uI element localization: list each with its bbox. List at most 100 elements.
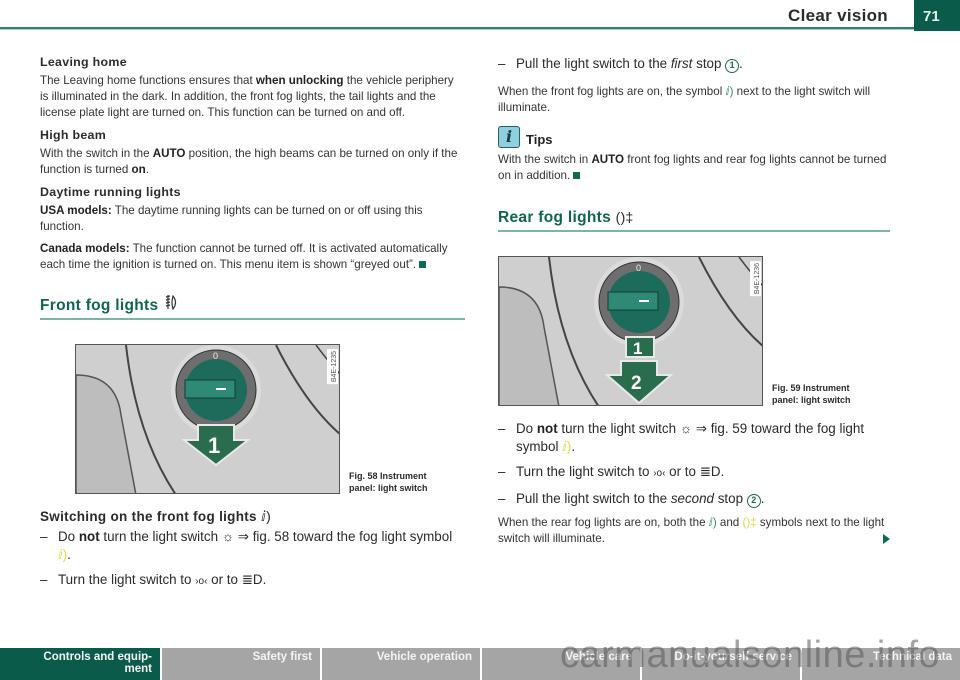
caption-line: panel: light switch (349, 483, 428, 493)
bold-text: not (78, 529, 100, 544)
text: With the switch in (498, 153, 592, 166)
rear-fog-icon: ()‡ (615, 209, 634, 225)
continue-arrow-icon (883, 534, 890, 544)
rear-fog-steps: – Do not turn the light switch ☼ ⇒ fig. 5… (498, 420, 890, 508)
text: stop (714, 491, 747, 506)
high-beam-heading: High beam (40, 128, 107, 142)
text: When the rear fog lights are on, both th… (498, 516, 709, 529)
heading-text: Rear fog lights (498, 209, 612, 226)
caption-line: Fig. 59 Instrument (772, 383, 850, 393)
text: Turn the light switch to (58, 572, 196, 587)
italic-text: second (670, 491, 715, 506)
text: . (67, 547, 71, 562)
text: Pull the light switch to the (516, 491, 671, 506)
front-fog-green-icon: ⅈ) (708, 516, 717, 529)
rear-fog-yellow-icon: ()‡ (742, 516, 757, 529)
text: Do (516, 421, 537, 436)
tab-label: Controls and equip- (43, 651, 152, 663)
switching-on-heading: Switching on the front fog lights ⅈ) (40, 508, 465, 525)
tips-text: With the switch in AUTO front fog lights… (498, 152, 890, 184)
text: turn the light switch (99, 529, 222, 544)
light-switch-sun-icon: ☼ (679, 421, 693, 436)
end-of-section-marker (419, 261, 427, 268)
tab-vehicle-care[interactable]: Vehicle care (480, 648, 640, 680)
left-column: Leaving home The Leaving home functions … (40, 48, 465, 598)
fog-light-symbol-yellow-icon: ⅈ) (58, 547, 68, 562)
section-title: Clear vision (788, 6, 888, 25)
heading-text: Switching on the front fog lights (40, 509, 257, 524)
caption-line: panel: light switch (772, 395, 851, 405)
bold-text: not (536, 421, 558, 436)
page-number: 71 (914, 0, 960, 31)
step-item: – Turn the light switch to ›o‹ or to ≣D. (498, 464, 725, 479)
text: Do (58, 529, 79, 544)
tab-vehicle-operation[interactable]: Vehicle operation (320, 648, 480, 680)
light-switch-illustration: 0 1 (76, 345, 339, 493)
text: With the switch in the (40, 147, 153, 160)
text: When the front fog lights are on, the sy… (498, 85, 726, 98)
bold-text: AUTO (591, 153, 625, 166)
tab-do-it-yourself-service[interactable]: Do-it-yourself service (640, 648, 800, 680)
bold-text: when unlocking (255, 74, 344, 87)
figure-reference: ⇒ fig. 58 toward the fog light symbol (237, 529, 453, 544)
step-item: – Pull the light switch to the second sto… (498, 491, 765, 508)
text: . (145, 163, 149, 176)
chapter-nav: Controls and equip-ment Safety first Veh… (0, 648, 960, 680)
text: turn the light switch (557, 421, 680, 436)
text: Pull the light switch to the (516, 56, 671, 71)
tips-label: Tips (526, 132, 553, 147)
arrow-label-1: 1 (633, 339, 642, 358)
tab-label: ment (124, 663, 152, 675)
text: . (571, 439, 576, 454)
text: or to (207, 572, 242, 587)
svg-text:0: 0 (636, 263, 641, 273)
heading-text: Front fog lights (40, 297, 159, 314)
front-fog-note: When the front fog lights are on, the sy… (498, 84, 890, 116)
figure-58-caption: Fig. 58 Instrument panel: light switch (349, 470, 428, 494)
step-item: – Do not turn the light switch ☼ ⇒ fig. 5… (498, 421, 865, 454)
figure-58: 0 1 B4E-1235 Fig. 58 Instrument panel: li… (75, 344, 465, 494)
arrow-label-2: 2 (631, 373, 642, 394)
leaving-home-text: The Leaving home functions ensures that … (40, 73, 465, 121)
end-of-section-marker (573, 172, 581, 179)
bold-text: Canada models: (40, 242, 130, 255)
figure-58-image: 0 1 B4E-1235 (75, 344, 340, 494)
italic-text: first (670, 56, 693, 71)
text: . (760, 491, 765, 506)
stop-number-badge: 1 (725, 59, 740, 73)
stop-number-badge: 2 (746, 494, 761, 508)
parking-light-icon: ›o‹ (195, 576, 208, 587)
bold-text: on (131, 163, 146, 176)
fog-light-symbol-yellow-icon: ⅈ) (562, 439, 572, 454)
parking-light-icon: ›o‹ (653, 468, 666, 479)
front-fog-icon (163, 294, 179, 313)
low-beam-icon: ≣D (241, 572, 263, 587)
arrow-label-1: 1 (208, 433, 220, 458)
step-item: – Do not turn the light switch ☼ ⇒ fig. 5… (40, 529, 453, 562)
text: . (262, 572, 267, 587)
tips-header: i Tips (498, 126, 890, 148)
daytime-heading: Daytime running lights (40, 185, 181, 199)
rear-fog-heading: Rear fog lights ()‡ (498, 209, 890, 232)
header-rule (0, 27, 960, 30)
light-switch-sun-icon: ☼ (221, 529, 235, 544)
caption-line: Fig. 58 Instrument (349, 471, 427, 481)
low-beam-icon: ≣D (699, 464, 721, 479)
step-item: – Turn the light switch to ›o‹ or to ≣D. (40, 572, 267, 587)
daytime-usa-text: USA models: The daytime running lights c… (40, 203, 465, 235)
figure-code: B4E-1235 (327, 349, 338, 385)
tab-technical-data[interactable]: Technical data (800, 648, 960, 680)
daytime-canada-text: Canada models: The function cannot be tu… (40, 241, 465, 273)
front-fog-icon: ⅈ) (260, 508, 272, 524)
text: and (716, 516, 743, 529)
bold-text: USA models: (40, 204, 112, 217)
svg-text:0: 0 (213, 351, 218, 361)
front-fog-heading: Front fog lights (40, 294, 465, 320)
tab-safety-first[interactable]: Safety first (160, 648, 320, 680)
text: The Leaving home functions ensures that (40, 74, 256, 87)
leaving-home-heading: Leaving home (40, 55, 127, 69)
figure-59: 0 1 2 B4E-1236 Fig. 59 Instrument panel: … (498, 256, 890, 406)
text: . (739, 56, 743, 71)
step-item: – Pull the light switch to the first stop… (498, 56, 743, 73)
tab-controls-and-equipment[interactable]: Controls and equip-ment (0, 648, 160, 680)
